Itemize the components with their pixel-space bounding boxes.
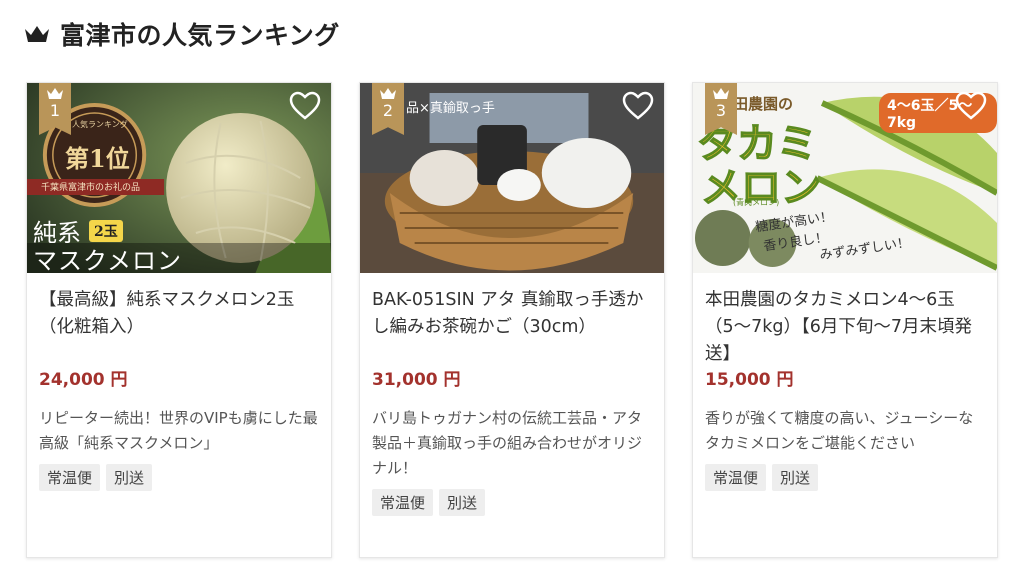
product-card-2[interactable]: 品×真鍮取っ手 2 BAK-051SIN アタ 真鍮取っ手透かし編みお茶碗かご（… [359,82,665,558]
product-description: バリ島トゥガナン村の伝統工芸品・アタ製品＋真鍮取っ手の組み合わせがオリジナル！ [372,409,643,477]
tag-separate-shipping: 別送 [439,489,486,516]
product-image-3[interactable]: 田農園の タカミ メロン (青肉メロン) 4〜6玉／5〜7kg 糖度が高い！ 香… [693,83,997,273]
favorite-heart-icon[interactable] [622,91,654,121]
product-image-1[interactable]: 人気ランキング 第1位 千葉県富津市のお礼の品 純系 2玉 マスクメロン 1 [27,83,331,273]
tag-list: 常温便 別送 [372,489,652,516]
tag-list: 常温便 別送 [705,464,985,491]
rank-badge: 3 [705,83,737,135]
crown-icon [25,26,49,42]
crown-icon [47,88,63,99]
favorite-heart-icon[interactable] [955,91,987,121]
tag-separate-shipping: 別送 [772,464,819,491]
tag-separate-shipping: 別送 [106,464,153,491]
rank-badge: 1 [39,83,71,135]
product-price: 31,000 円 [372,370,461,390]
product-price: 24,000 円 [39,370,128,390]
brand-sub: (青肉メロン) [733,198,780,207]
product-price: 15,000 円 [705,370,794,390]
product-name[interactable]: 本田農園のタカミメロン4〜6玉（5〜7kg）【6月下旬〜7月末頃発送】 [705,287,985,364]
rank-number: 2 [382,101,394,120]
page-title: 富津市の人気ランキング [60,21,340,50]
tag-list: 常温便 別送 [39,464,319,491]
product-description: リピーター続出！世界のVIPも虜にした最高級「純系マスクメロン」 [39,409,318,452]
crown-icon [713,88,729,99]
rank-number: 3 [715,101,727,120]
image-line2: マスクメロン [33,247,183,273]
rank-badge: 2 [372,83,404,135]
award-main-text: 第1位 [65,144,130,173]
product-description: 香りが強くて糖度の高い、ジューシーなタカミメロンをご堪能ください [705,409,974,452]
ranking-header: 富津市の人気ランキング [24,16,340,52]
image-caption: 品×真鍮取っ手 [406,101,495,116]
image-badge: 2玉 [89,220,123,242]
award-top-text: 人気ランキング [72,120,128,129]
ranking-list: 人気ランキング 第1位 千葉県富津市のお礼の品 純系 2玉 マスクメロン 1 【… [26,82,998,558]
award-ribbon-text: 千葉県富津市のお礼の品 [41,183,141,193]
product-card-1[interactable]: 人気ランキング 第1位 千葉県富津市のお礼の品 純系 2玉 マスクメロン 1 【… [26,82,332,558]
product-card-3[interactable]: 田農園の タカミ メロン (青肉メロン) 4〜6玉／5〜7kg 糖度が高い！ 香… [692,82,998,558]
product-image-2[interactable]: 品×真鍮取っ手 2 [360,83,664,273]
product-name[interactable]: 【最高級】純系マスクメロン2玉（化粧箱入） [39,287,319,343]
tag-shipping-temp: 常温便 [372,489,434,516]
tag-shipping-temp: 常温便 [39,464,101,491]
crown-icon [380,88,396,99]
favorite-heart-icon[interactable] [289,91,321,121]
tag-shipping-temp: 常温便 [705,464,767,491]
rank-number: 1 [49,101,61,120]
product-name[interactable]: BAK-051SIN アタ 真鍮取っ手透かし編みお茶碗かご（30cm） [372,287,652,343]
